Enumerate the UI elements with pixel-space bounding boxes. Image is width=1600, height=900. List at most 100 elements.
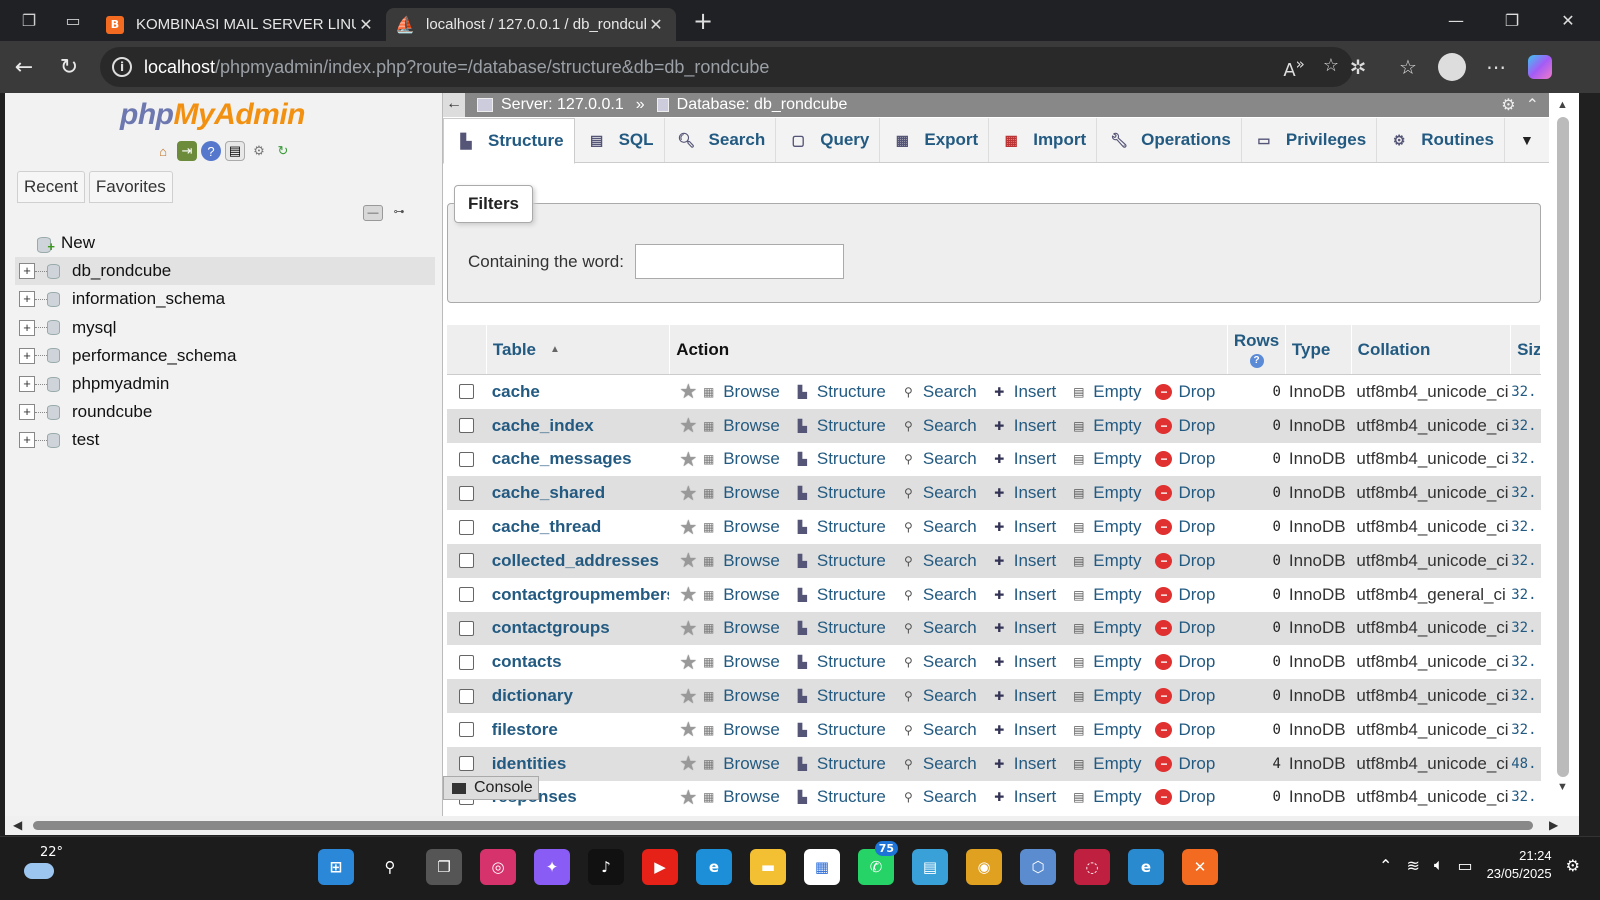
logout-icon[interactable]: ⇥ [177,141,197,161]
tree-item-label[interactable]: db_rondcube [72,261,171,281]
action-structure[interactable]: ▙ Structure [794,483,886,503]
collapse-all-icon[interactable]: — [363,205,383,221]
row-checkbox[interactable] [459,722,475,738]
tab-query[interactable]: ▢ Query [776,118,881,162]
action-empty[interactable]: ▤ Empty [1070,652,1141,672]
action-structure[interactable]: ▙ Structure [794,787,886,807]
reload-nav-icon[interactable]: ↻ [273,141,293,161]
expand-icon[interactable]: + [19,376,35,393]
action-structure[interactable]: ▙ Structure [794,382,886,402]
action-empty[interactable]: ▤ Empty [1070,449,1141,469]
header-table[interactable]: Table ▲ [487,325,671,374]
favorite-star-icon[interactable]: ★ [679,582,700,607]
tree-item-db_rondcube[interactable]: + db_rondcube [15,257,435,286]
read-aloud-icon[interactable]: A» [1283,55,1305,81]
table-name-link[interactable]: contacts [487,652,670,672]
action-structure[interactable]: ▙ Structure [794,754,886,774]
action-empty[interactable]: ▤ Empty [1070,517,1141,537]
action-structure[interactable]: ▙ Structure [794,686,886,706]
action-browse[interactable]: ▦ Browse [700,686,780,706]
tree-item-label[interactable]: phpmyadmin [72,374,169,394]
app-icon[interactable]: ◌ [1074,849,1110,885]
row-checkbox[interactable] [459,485,475,501]
action-drop[interactable]: − Drop [1155,517,1215,537]
restore-button[interactable]: ❐ [1484,0,1540,41]
table-name-link[interactable]: cache_messages [487,449,670,469]
action-structure[interactable]: ▙ Structure [794,585,886,605]
docs-icon[interactable]: ▤ [225,141,245,161]
wifi-icon[interactable]: ≋ [1406,856,1419,875]
whatsapp-icon[interactable]: ✆ 75 [858,841,898,885]
profile-avatar[interactable] [1432,47,1472,87]
table-name-link[interactable]: cache_shared [487,483,670,503]
battery-icon[interactable]: ▭ [1457,856,1472,875]
action-empty[interactable]: ▤ Empty [1070,551,1141,571]
table-size[interactable]: 32. [1511,688,1541,704]
table-size[interactable]: 32. [1511,519,1541,535]
favorite-star-icon[interactable]: ★ [679,413,700,438]
notepad-icon[interactable]: ▤ [912,849,948,885]
row-checkbox[interactable] [459,654,475,670]
action-insert[interactable]: ✚ Insert [991,720,1056,740]
action-insert[interactable]: ✚ Insert [991,754,1056,774]
expand-icon[interactable]: + [19,404,35,421]
console-button[interactable]: Console [443,776,539,800]
new-tab-button[interactable]: + [688,7,718,35]
action-drop[interactable]: − Drop [1155,416,1215,436]
filter-input[interactable] [635,244,844,279]
action-insert[interactable]: ✚ Insert [991,686,1056,706]
tree-item-new[interactable]: New [15,229,435,257]
expand-icon[interactable]: + [19,263,35,280]
table-name-link[interactable]: cache_index [487,416,670,436]
minimize-button[interactable]: — [1428,0,1484,41]
action-browse[interactable]: ▦ Browse [700,618,780,638]
address-bar[interactable]: i localhost/phpmyadmin/index.php?route=/… [100,47,1353,87]
chrome-icon[interactable]: ◉ [966,849,1002,885]
table-size[interactable]: 32. [1511,789,1541,805]
row-checkbox[interactable] [459,553,475,569]
action-drop[interactable]: − Drop [1155,754,1215,774]
action-structure[interactable]: ▙ Structure [794,449,886,469]
action-browse[interactable]: ▦ Browse [700,517,780,537]
row-checkbox[interactable] [459,418,475,434]
instagram-icon[interactable]: ◎ [480,849,516,885]
action-search[interactable]: ⚲ Search [900,585,977,605]
scroll-thumb[interactable] [1557,117,1569,777]
tree-item-mysql[interactable]: + mysql [15,314,435,342]
expand-icon[interactable]: + [19,432,35,449]
horizontal-scrollbar[interactable]: ◀ ▶ [5,816,1579,835]
action-drop[interactable]: − Drop [1155,483,1215,503]
row-checkbox[interactable] [459,756,475,772]
action-search[interactable]: ⚲ Search [900,686,977,706]
chevron-up-icon[interactable]: ⌃ [1379,856,1392,875]
copilot-icon[interactable]: ✦ [534,849,570,885]
task-view-icon[interactable]: ❐ [426,849,462,885]
close-icon[interactable]: ✕ [646,15,666,34]
expand-icon[interactable]: + [19,347,35,364]
action-search[interactable]: ⚲ Search [900,787,977,807]
settings-gear-icon[interactable]: ⚙ [249,141,269,161]
table-size[interactable]: 32. [1511,384,1541,400]
tab-phpmyadmin[interactable]: ⛵ localhost / 127.0.0.1 / db_rondcube ✕ [386,8,676,41]
table-size[interactable]: 32. [1511,620,1541,636]
table-size[interactable]: 32. [1511,485,1541,501]
favorite-star-icon[interactable]: ★ [679,717,700,742]
header-collation[interactable]: Collation [1352,325,1512,374]
action-drop[interactable]: − Drop [1155,382,1215,402]
tree-item-label[interactable]: test [72,430,99,450]
row-checkbox[interactable] [459,384,475,400]
action-empty[interactable]: ▤ Empty [1070,787,1141,807]
action-browse[interactable]: ▦ Browse [700,483,780,503]
action-structure[interactable]: ▙ Structure [794,517,886,537]
breadcrumb-server[interactable]: Server: 127.0.0.1 [477,96,624,114]
action-drop[interactable]: − Drop [1155,686,1215,706]
action-drop[interactable]: − Drop [1155,551,1215,571]
search-icon[interactable]: ⚲ [372,849,408,885]
store-icon[interactable]: ▦ [804,849,840,885]
row-checkbox[interactable] [459,519,475,535]
tree-item-test[interactable]: + test [15,426,435,454]
action-insert[interactable]: ✚ Insert [991,787,1056,807]
phpmyadmin-logo[interactable]: phpMyAdmin [120,98,305,132]
favorites-icon[interactable]: ☆ [1388,47,1428,87]
action-browse[interactable]: ▦ Browse [700,585,780,605]
